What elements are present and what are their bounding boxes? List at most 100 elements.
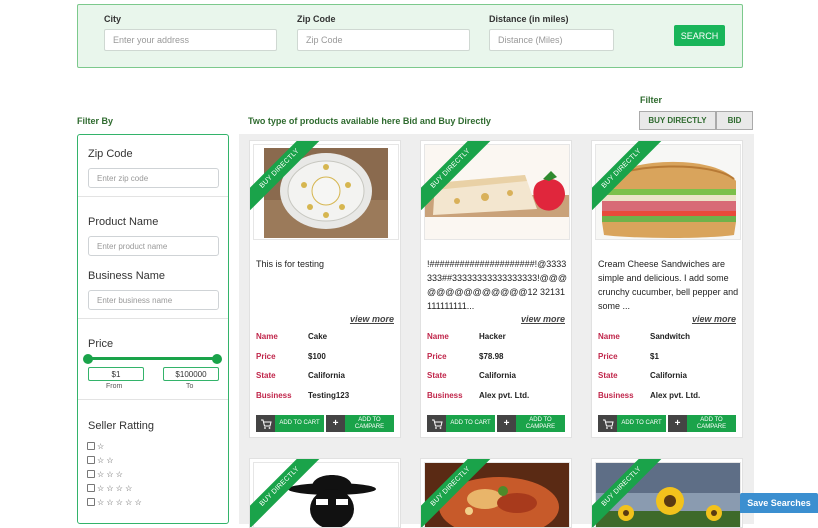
search-panel: City Enter your address Zip Code Zip Cod… [77, 4, 743, 68]
name-label: Name [256, 332, 278, 341]
distance-label: Distance (in miles) [489, 14, 569, 24]
ribbon-text: BUY DIRECTLY [421, 141, 493, 211]
buy-directly-ribbon: BUY DIRECTLY [250, 141, 322, 213]
price-label: Price [598, 352, 618, 361]
product-state: California [650, 371, 687, 380]
add-to-compare-button[interactable]: + ADD TO CAMPARE [668, 415, 736, 432]
product-name: Hacker [479, 332, 506, 341]
filter-sidebar: Zip Code Enter zip code Product Name Ent… [77, 134, 229, 524]
state-label: State [598, 371, 618, 380]
price-to-input[interactable]: $100000 [163, 367, 219, 381]
stars-icon: ☆ ☆ ☆ ☆ ☆ [97, 497, 142, 507]
product-card: BUY DIRECTLY !#####################!@333… [420, 140, 572, 438]
ribbon-text: BUY DIRECTLY [250, 141, 322, 211]
zip-input[interactable]: Zip Code [297, 29, 470, 51]
add-to-cart-label: ADD TO CART [621, 420, 662, 426]
from-label: From [106, 383, 123, 390]
view-more-link[interactable]: view more [521, 314, 565, 324]
price-slider-track[interactable] [88, 357, 218, 360]
add-to-compare-label: ADD TO CAMPARE [525, 416, 556, 430]
price-slider-max-handle[interactable] [212, 354, 222, 364]
stars-icon: ☆ [97, 441, 105, 451]
plus-icon: + [326, 415, 345, 432]
plus-icon: + [497, 415, 516, 432]
buy-directly-toggle[interactable]: BUY DIRECTLY [639, 111, 716, 130]
add-to-cart-button[interactable]: ADD TO CART [427, 415, 495, 432]
product-card: BUY DIRECTLY [249, 458, 401, 528]
product-grid: BUY DIRECTLY This is for testing view mo… [239, 134, 754, 528]
filter-by-heading: Filter By [77, 116, 114, 126]
product-price: $1 [650, 352, 659, 361]
product-name-input[interactable]: Enter product name [88, 236, 219, 256]
add-to-compare-button[interactable]: + ADD TO CAMPARE [326, 415, 394, 432]
divider [78, 196, 228, 197]
rating-checkbox[interactable] [87, 470, 95, 478]
product-price: $100 [308, 352, 326, 361]
ribbon-text: BUY DIRECTLY [421, 459, 493, 527]
state-label: State [256, 371, 276, 380]
view-more-link[interactable]: view more [692, 314, 736, 324]
rating-option[interactable]: ☆ ☆ ☆ [87, 467, 142, 481]
rating-list: ☆ ☆ ☆ ☆ ☆ ☆ ☆ ☆ ☆ ☆ ☆ ☆ ☆ ☆ ☆ [87, 439, 142, 509]
rating-option[interactable]: ☆ ☆ [87, 453, 142, 467]
price-slider-min-handle[interactable] [83, 354, 93, 364]
save-searches-button[interactable]: Save Searches [740, 493, 818, 513]
buy-directly-ribbon: BUY DIRECTLY [592, 459, 664, 527]
price-label: Price [256, 352, 276, 361]
stars-icon: ☆ ☆ [97, 455, 114, 465]
add-to-cart-button[interactable]: ADD TO CART [256, 415, 324, 432]
rating-checkbox[interactable] [87, 456, 95, 464]
buy-directly-ribbon: BUY DIRECTLY [250, 459, 322, 527]
filter-label: Filter [640, 95, 663, 105]
city-input[interactable]: Enter your address [104, 29, 277, 51]
name-label: Name [598, 332, 620, 341]
price-label: Price [427, 352, 447, 361]
plus-icon: + [668, 415, 687, 432]
ribbon-text: BUY DIRECTLY [250, 459, 322, 527]
product-business: Testing123 [308, 391, 350, 400]
rating-checkbox[interactable] [87, 498, 95, 506]
price-title: Price [88, 338, 114, 350]
rating-checkbox[interactable] [87, 484, 95, 492]
product-card: BUY DIRECTLY [591, 458, 743, 528]
price-from-input[interactable]: $1 [88, 367, 144, 381]
add-to-compare-label: ADD TO CAMPARE [354, 416, 385, 430]
business-name-input[interactable]: Enter business name [88, 290, 219, 310]
sidebar-zip-input[interactable]: Enter zip code [88, 168, 219, 188]
product-description: !#####################!@3333333##3333333… [427, 259, 568, 311]
cart-icon [427, 415, 446, 432]
buy-directly-ribbon: BUY DIRECTLY [421, 141, 493, 213]
business-label: Business [256, 391, 292, 400]
buy-directly-ribbon: BUY DIRECTLY [592, 141, 664, 213]
rating-option[interactable]: ☆ ☆ ☆ ☆ [87, 481, 142, 495]
search-button[interactable]: SEARCH [674, 25, 725, 46]
rating-option[interactable]: ☆ ☆ ☆ ☆ ☆ [87, 495, 142, 509]
product-name: Sandwitch [650, 332, 691, 341]
product-description: This is for testing [256, 259, 325, 269]
products-heading: Two type of products available here Bid … [248, 116, 491, 126]
add-to-cart-label: ADD TO CART [279, 420, 320, 426]
rating-checkbox[interactable] [87, 442, 95, 450]
bid-toggle[interactable]: BID [716, 111, 753, 130]
product-business: Alex pvt. Ltd. [650, 391, 701, 400]
divider [78, 399, 228, 400]
buy-directly-ribbon: BUY DIRECTLY [421, 459, 493, 527]
product-price: $78.98 [479, 352, 504, 361]
city-label: City [104, 14, 122, 24]
business-label: Business [427, 391, 463, 400]
cart-icon [256, 415, 275, 432]
state-label: State [427, 371, 447, 380]
distance-input[interactable]: Distance (Miles) [489, 29, 614, 51]
rating-option[interactable]: ☆ [87, 439, 142, 453]
add-to-compare-label: ADD TO CAMPARE [696, 416, 727, 430]
add-to-cart-label: ADD TO CART [450, 420, 491, 426]
view-more-link[interactable]: view more [350, 314, 394, 324]
divider [78, 318, 228, 319]
product-description: Cream Cheese Sandwiches are simple and d… [598, 259, 739, 311]
add-to-cart-button[interactable]: ADD TO CART [598, 415, 666, 432]
ribbon-text: BUY DIRECTLY [592, 141, 664, 211]
add-to-compare-button[interactable]: + ADD TO CAMPARE [497, 415, 565, 432]
stars-icon: ☆ ☆ ☆ [97, 469, 123, 479]
business-name-title: Business Name [88, 270, 166, 282]
seller-rating-title: Seller Ratting [88, 420, 155, 432]
